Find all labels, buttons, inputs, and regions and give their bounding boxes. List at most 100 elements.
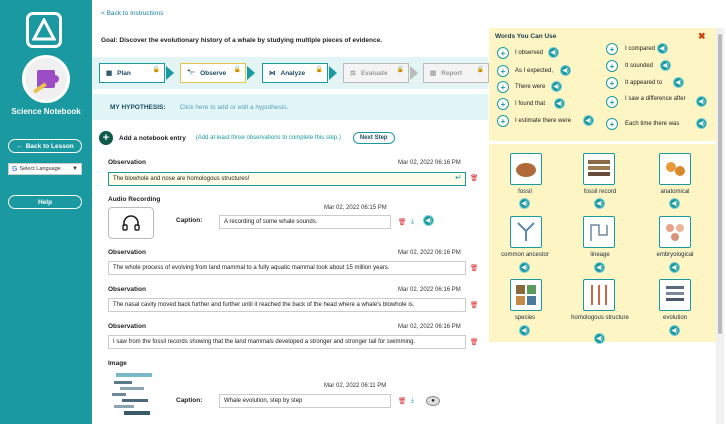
vocab-label: common ancestor <box>501 252 549 258</box>
step-evaluate[interactable]: ⚖ Evaluate 🔒 <box>343 63 409 83</box>
phrase[interactable]: There were <box>515 84 545 91</box>
observation-input[interactable]: The blowhole and nose are homologous str… <box>108 172 466 186</box>
help-label: Help <box>37 198 53 206</box>
entry-title: Image <box>108 360 127 367</box>
step-report[interactable]: ▤ Report 🔒 <box>423 63 489 83</box>
observation-text[interactable]: The nasal cavity moved back further and … <box>108 298 466 312</box>
step-analyze[interactable]: ⋈ Analyze 🔓 <box>262 63 328 83</box>
delete-icon[interactable]: 🗑 <box>470 338 478 346</box>
anatomical-icon[interactable] <box>659 153 691 185</box>
close-icon[interactable]: ✖ <box>698 31 706 42</box>
enter-icon[interactable]: ↵ <box>455 173 462 182</box>
language-select[interactable]: G Select Language ▼ <box>8 163 82 175</box>
speaker-icon[interactable]: ◀) <box>519 198 530 209</box>
phrase[interactable]: I found that <box>515 101 545 108</box>
caption-input[interactable]: A recording of some whale sounds. <box>219 215 391 229</box>
add-phrase-icon[interactable]: + <box>606 60 618 72</box>
add-phrase-icon[interactable]: + <box>497 81 509 93</box>
lineage-icon[interactable] <box>583 216 615 248</box>
entry-date: Mar 02, 2022 06:11 PM <box>324 383 387 389</box>
next-step-button[interactable]: Next Step <box>352 132 395 144</box>
entry-date: Mar 02, 2022 06:15 PM <box>324 205 387 211</box>
evolution-icon[interactable] <box>659 279 691 311</box>
add-phrase-icon[interactable]: + <box>497 65 509 77</box>
fossil-icon[interactable] <box>510 153 542 185</box>
download-icon[interactable]: ⤓ <box>411 397 414 405</box>
delete-icon[interactable]: 🗑 <box>470 174 478 182</box>
observation-text[interactable]: I saw from the fossil records showing th… <box>108 335 466 349</box>
audio-thumbnail[interactable] <box>108 207 154 239</box>
step-arrow-icon <box>329 66 337 80</box>
add-phrase-icon[interactable]: + <box>497 47 509 59</box>
sidebar: Science Notebook ← Back to Lesson G Sele… <box>0 0 92 424</box>
app-logo-icon[interactable] <box>26 12 62 48</box>
speaker-icon[interactable]: ◀) <box>696 96 707 107</box>
entry-title: Audio Recording <box>108 196 161 203</box>
entry-title: Observation <box>108 159 146 166</box>
phrase[interactable]: It appeared to <box>625 80 662 87</box>
hypothesis-bar[interactable]: MY HYPOTHESIS: Click here to add or edit… <box>92 94 488 120</box>
step-plan[interactable]: ▦ Plan 🔓 <box>99 63 165 83</box>
scrollbar-thumb[interactable] <box>718 34 722 334</box>
back-to-lesson-button[interactable]: ← Back to Lesson <box>8 139 82 153</box>
step-observe[interactable]: 🔭 Observe 🔓 <box>180 63 246 83</box>
speaker-icon[interactable]: ◀) <box>519 325 530 336</box>
add-phrase-icon[interactable]: + <box>497 115 509 127</box>
speaker-icon[interactable]: ◀) <box>594 198 605 209</box>
common-ancestor-icon[interactable] <box>510 216 542 248</box>
whale-evolution-image[interactable] <box>108 371 154 421</box>
download-icon[interactable]: ⤓ <box>411 218 414 226</box>
step-label: Observe <box>200 69 227 77</box>
add-entry-button[interactable]: + <box>99 131 113 145</box>
add-phrase-icon[interactable]: + <box>606 96 618 108</box>
add-phrase-icon[interactable]: + <box>497 98 509 110</box>
add-entry-label[interactable]: Add a notebook entry <box>119 135 186 142</box>
speaker-icon[interactable]: ◀) <box>560 65 571 76</box>
speaker-icon[interactable]: ◀) <box>519 262 530 273</box>
entry-date: Mar 02, 2022 06:16 PM <box>398 287 461 293</box>
phrase[interactable]: I observed <box>515 50 543 57</box>
add-phrase-icon[interactable]: + <box>606 118 618 130</box>
fossil-record-icon[interactable] <box>583 153 615 185</box>
delete-icon[interactable]: 🗑 <box>470 264 478 272</box>
speaker-icon[interactable]: ◀) <box>660 60 671 71</box>
entry-title: Observation <box>108 249 146 256</box>
delete-icon[interactable]: 🗑 <box>470 301 478 309</box>
phrase[interactable]: I compared <box>625 46 655 53</box>
speaker-icon[interactable]: ◀) <box>669 198 680 209</box>
caption-input[interactable]: Whale evolution, step by step <box>219 394 391 408</box>
speaker-icon[interactable]: ◀) <box>583 115 594 126</box>
speaker-icon[interactable]: ◀) <box>669 325 680 336</box>
species-icon[interactable] <box>510 279 542 311</box>
phrase[interactable]: As I expected, <box>515 68 553 75</box>
speaker-icon[interactable]: ◀) <box>594 262 605 273</box>
delete-icon[interactable]: 🗑 <box>398 397 406 405</box>
add-phrase-icon[interactable]: + <box>606 43 618 55</box>
vocab-label: species <box>514 315 536 321</box>
add-phrase-icon[interactable]: + <box>606 77 618 89</box>
view-icon[interactable]: ● <box>426 396 440 406</box>
phrase[interactable]: I estimate there were <box>515 118 571 125</box>
speaker-icon[interactable]: ◀) <box>657 43 668 54</box>
lock-icon: 🔒 <box>476 67 484 73</box>
speaker-icon[interactable]: ◀) <box>548 47 559 58</box>
speaker-icon[interactable]: ◀) <box>669 262 680 273</box>
hypothesis-placeholder[interactable]: Click here to add or edit a hypothesis. <box>180 104 289 111</box>
goal-text: Goal: Discover the evolutionary history … <box>101 37 383 44</box>
play-audio-icon[interactable]: ◀) <box>423 215 434 226</box>
speaker-icon[interactable]: ◀) <box>554 98 565 109</box>
phrase[interactable]: Each time there was <box>625 121 679 128</box>
phrase[interactable]: I saw a difference after <box>625 96 695 103</box>
help-button[interactable]: Help <box>8 195 82 209</box>
delete-icon[interactable]: 🗑 <box>398 218 406 226</box>
phrase[interactable]: It sounded <box>625 63 653 70</box>
embryological-icon[interactable] <box>659 216 691 248</box>
speaker-icon[interactable]: ◀) <box>696 118 707 129</box>
homologous-structure-icon[interactable] <box>583 279 615 311</box>
speaker-icon[interactable]: ◀) <box>594 333 605 344</box>
entry-title: Observation <box>108 323 146 330</box>
speaker-icon[interactable]: ◀) <box>551 81 562 92</box>
speaker-icon[interactable]: ◀) <box>673 77 684 88</box>
observation-text[interactable]: The whole process of evolving from land … <box>108 261 466 275</box>
back-to-instructions-link[interactable]: < Back to Instructions <box>101 10 163 17</box>
